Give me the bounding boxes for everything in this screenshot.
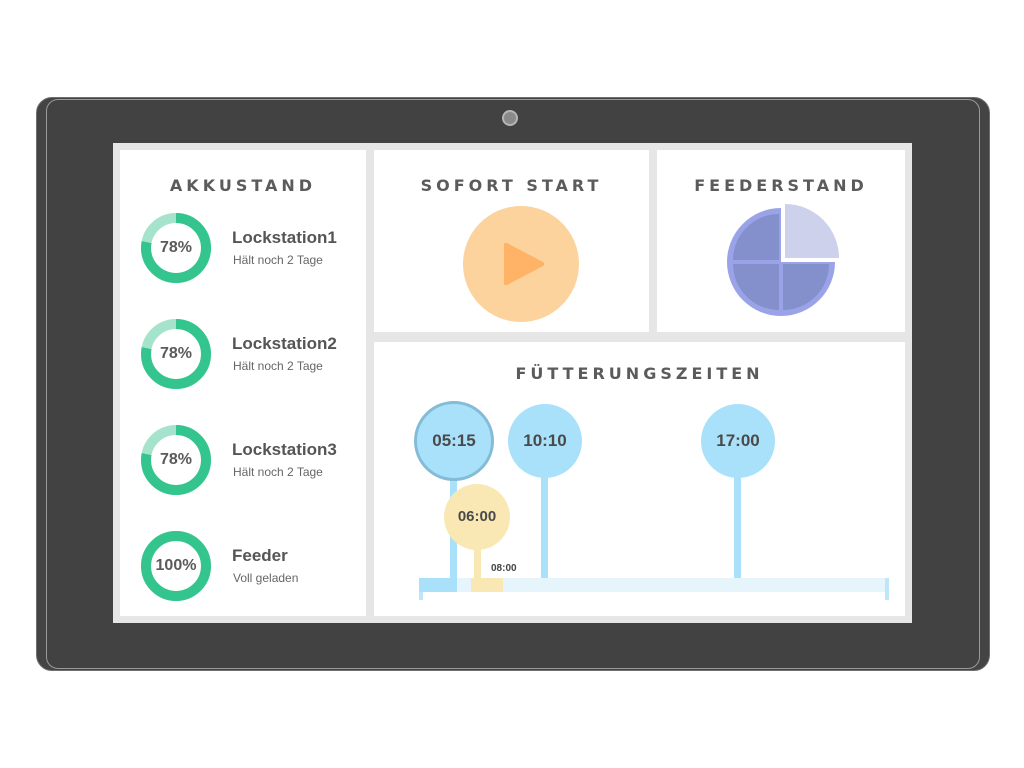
start-button[interactable] [463,206,579,322]
akkustand-title: AKKUSTAND [169,176,317,195]
battery-percent: 100% [155,557,197,574]
sofort-start-title: SOFORT START [420,176,603,195]
battery-status-text: Hält noch 2 Tage [233,253,323,267]
screen: AKKUSTAND 78% Lockstation1 Hält noch 2 T… [113,143,912,623]
battery-item-lockstation1[interactable]: 78% Lockstation1 Hält noch 2 Tage [140,212,360,284]
feederstand-panel: FEEDERSTAND [657,150,905,332]
timeline-marker-label: 08:00 [491,563,517,574]
feederstand-title: FEEDERSTAND [694,176,868,195]
feeding-time-0600[interactable]: 06:00 [444,484,510,550]
akkustand-panel: AKKUSTAND 78% Lockstation1 Hält noch 2 T… [120,150,366,616]
camera-icon [502,110,518,126]
fuetterungszeiten-panel: FÜTTERUNGSZEITEN 05:15 06:00 10:10 17:00… [374,342,905,616]
pie-chart-icon[interactable] [723,204,839,320]
battery-item-feeder[interactable]: 100% Feeder Voll geladen [140,530,360,602]
battery-percent: 78% [159,345,193,362]
battery-device-name: Lockstation2 [232,334,337,353]
battery-status-text: Hält noch 2 Tage [233,465,323,479]
battery-item-lockstation2[interactable]: 78% Lockstation2 Hält noch 2 Tage [140,318,360,390]
feeding-time-0515[interactable]: 05:15 [414,401,494,481]
battery-status-text: Hält noch 2 Tage [233,359,323,373]
battery-device-name: Feeder [232,546,288,565]
sofort-start-panel: SOFORT START [374,150,649,332]
battery-device-name: Lockstation1 [232,228,337,247]
play-icon [504,242,545,286]
battery-status-text: Voll geladen [233,571,299,585]
feeding-time-1010[interactable]: 10:10 [508,404,582,478]
battery-percent: 78% [159,451,193,468]
battery-percent: 78% [159,239,193,256]
battery-device-name: Lockstation3 [232,440,337,459]
battery-item-lockstation3[interactable]: 78% Lockstation3 Hält noch 2 Tage [140,424,360,496]
feeding-time-1700[interactable]: 17:00 [701,404,775,478]
